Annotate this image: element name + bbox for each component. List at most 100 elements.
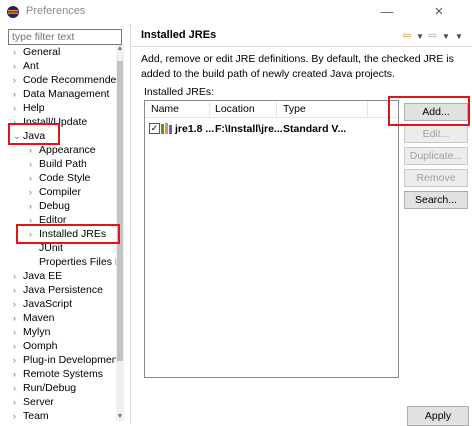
minimize-button[interactable]: — xyxy=(372,2,402,22)
chevron-right-icon: › xyxy=(13,341,16,351)
annotation-add-button-highlight xyxy=(388,96,470,126)
column-divider[interactable] xyxy=(367,101,368,117)
jre-table: Name Location Type ✓ jre1.8 ... F:\Insta… xyxy=(144,100,399,378)
page-header: Installed JREs ⇦ ▼ ⇨ ▼ ▼ xyxy=(131,24,472,47)
duplicate-button[interactable]: Duplicate... xyxy=(404,147,468,165)
tree-item-run-debug[interactable]: › Run/Debug xyxy=(13,382,76,395)
search-button[interactable]: Search... xyxy=(404,191,468,209)
tree-item-label: Oomph xyxy=(23,340,58,352)
tree-item-data-management[interactable]: › Data Management xyxy=(13,88,109,101)
chevron-right-icon: › xyxy=(13,271,16,281)
tree-item-label: Build Path xyxy=(39,158,87,170)
tree-item-label: Java Persistence xyxy=(23,284,103,296)
back-arrow-icon[interactable]: ⇦ xyxy=(402,29,411,42)
tree-item-compiler[interactable]: › Compiler xyxy=(29,186,81,199)
chevron-right-icon: › xyxy=(13,61,16,71)
tree-item-label: Java EE xyxy=(23,270,63,282)
chevron-right-icon: › xyxy=(29,187,32,197)
window-title: Preferences xyxy=(26,5,86,17)
scroll-down-icon[interactable]: ▼ xyxy=(116,413,124,421)
table-header: Name Location Type xyxy=(145,101,398,118)
page-description: Add, remove or edit JRE definitions. By … xyxy=(141,53,454,80)
tree-item-label: Maven xyxy=(23,312,55,324)
chevron-right-icon: › xyxy=(29,145,32,155)
forward-arrow-icon[interactable]: ⇨ xyxy=(428,29,437,42)
column-divider[interactable] xyxy=(276,101,277,117)
scrollbar-thumb[interactable] xyxy=(117,61,123,361)
tree-item-code-style[interactable]: › Code Style xyxy=(29,172,90,185)
tree-item-label: Ant xyxy=(23,60,39,72)
chevron-right-icon: › xyxy=(13,355,16,365)
tree-item-general[interactable]: › General xyxy=(13,46,60,59)
tree-item-label: Help xyxy=(23,102,45,114)
view-menu-icon[interactable]: ▼ xyxy=(455,32,463,41)
tree-item-help[interactable]: › Help xyxy=(13,102,45,115)
chevron-right-icon: › xyxy=(29,159,32,169)
annotation-installed-jres-highlight xyxy=(16,224,120,244)
tree-item-label: Data Management xyxy=(23,88,110,100)
tree-item-plugin-development[interactable]: › Plug-in Development xyxy=(13,354,116,367)
chevron-right-icon: › xyxy=(13,89,16,99)
tree-item-label: Code Recommenders xyxy=(23,74,116,86)
library-icon xyxy=(161,123,172,134)
back-menu-chevron-icon[interactable]: ▼ xyxy=(416,32,424,41)
chevron-right-icon: › xyxy=(13,47,16,57)
tree-item-team[interactable]: › Team xyxy=(13,410,49,421)
column-header-location[interactable]: Location xyxy=(215,103,255,115)
forward-menu-chevron-icon[interactable]: ▼ xyxy=(442,32,450,41)
tree-item-label: Server xyxy=(23,396,54,408)
jre-type-cell: Standard V... xyxy=(283,123,347,135)
column-header-name[interactable]: Name xyxy=(151,103,179,115)
scroll-up-icon[interactable]: ▲ xyxy=(116,45,124,53)
tree-item-oomph[interactable]: › Oomph xyxy=(13,340,57,353)
tree-item-properties-files-editor[interactable]: Properties Files Ed xyxy=(39,256,116,269)
tree-item-label: Compiler xyxy=(39,186,82,198)
tree-item-ant[interactable]: › Ant xyxy=(13,60,39,73)
page-title: Installed JREs xyxy=(141,29,217,41)
installed-jres-label: Installed JREs: xyxy=(144,86,215,98)
apply-button[interactable]: Apply xyxy=(407,406,469,426)
jre-location-cell: F:\Install\jre... xyxy=(215,123,283,135)
tree-item-java-ee[interactable]: › Java EE xyxy=(13,270,62,283)
tree-item-label: Plug-in Development xyxy=(23,354,116,366)
tree-item-debug[interactable]: › Debug xyxy=(29,200,70,213)
tree-item-label: General xyxy=(23,46,61,58)
chevron-right-icon: › xyxy=(13,397,16,407)
remove-button[interactable]: Remove xyxy=(404,169,468,187)
jre-checkbox[interactable]: ✓ xyxy=(149,123,160,134)
tree-item-maven[interactable]: › Maven xyxy=(13,312,55,325)
chevron-right-icon: › xyxy=(13,327,16,337)
chevron-right-icon: › xyxy=(29,173,32,183)
chevron-right-icon: › xyxy=(13,369,16,379)
column-divider[interactable] xyxy=(209,101,210,117)
chevron-right-icon: › xyxy=(29,201,32,211)
installed-jres-page: Installed JREs ⇦ ▼ ⇨ ▼ ▼ Add, remove or … xyxy=(131,24,472,426)
column-header-type[interactable]: Type xyxy=(283,103,306,115)
close-button[interactable]: × xyxy=(424,2,454,22)
tree-item-mylyn[interactable]: › Mylyn xyxy=(13,326,50,339)
tree-item-label: Code Style xyxy=(39,172,91,184)
tree-item-java-persistence[interactable]: › Java Persistence xyxy=(13,284,103,297)
table-row[interactable]: ✓ jre1.8 ... F:\Install\jre... Standard … xyxy=(145,122,398,136)
tree-item-code-recommenders[interactable]: › Code Recommenders xyxy=(13,74,116,87)
tree-item-label: Remote Systems xyxy=(23,368,103,380)
title-bar: Preferences — × xyxy=(0,0,472,25)
tree-item-label: Team xyxy=(23,410,49,421)
chevron-right-icon: › xyxy=(13,299,16,309)
tree-item-label: JavaScript xyxy=(23,298,73,310)
tree-item-label: Appearance xyxy=(39,144,96,156)
tree-item-label: Debug xyxy=(39,200,70,212)
chevron-right-icon: › xyxy=(13,313,16,323)
tree-item-build-path[interactable]: › Build Path xyxy=(29,158,87,171)
tree-item-label: Properties Files Ed xyxy=(39,256,116,268)
tree-item-remote-systems[interactable]: › Remote Systems xyxy=(13,368,103,381)
chevron-right-icon: › xyxy=(13,75,16,85)
chevron-right-icon: › xyxy=(13,285,16,295)
tree-item-javascript[interactable]: › JavaScript xyxy=(13,298,72,311)
chevron-right-icon: › xyxy=(13,103,16,113)
edit-button[interactable]: Edit... xyxy=(404,125,468,143)
tree-item-server[interactable]: › Server xyxy=(13,396,54,409)
tree-item-appearance[interactable]: › Appearance xyxy=(29,144,96,157)
filter-input[interactable] xyxy=(8,29,122,45)
chevron-right-icon: › xyxy=(13,383,16,393)
